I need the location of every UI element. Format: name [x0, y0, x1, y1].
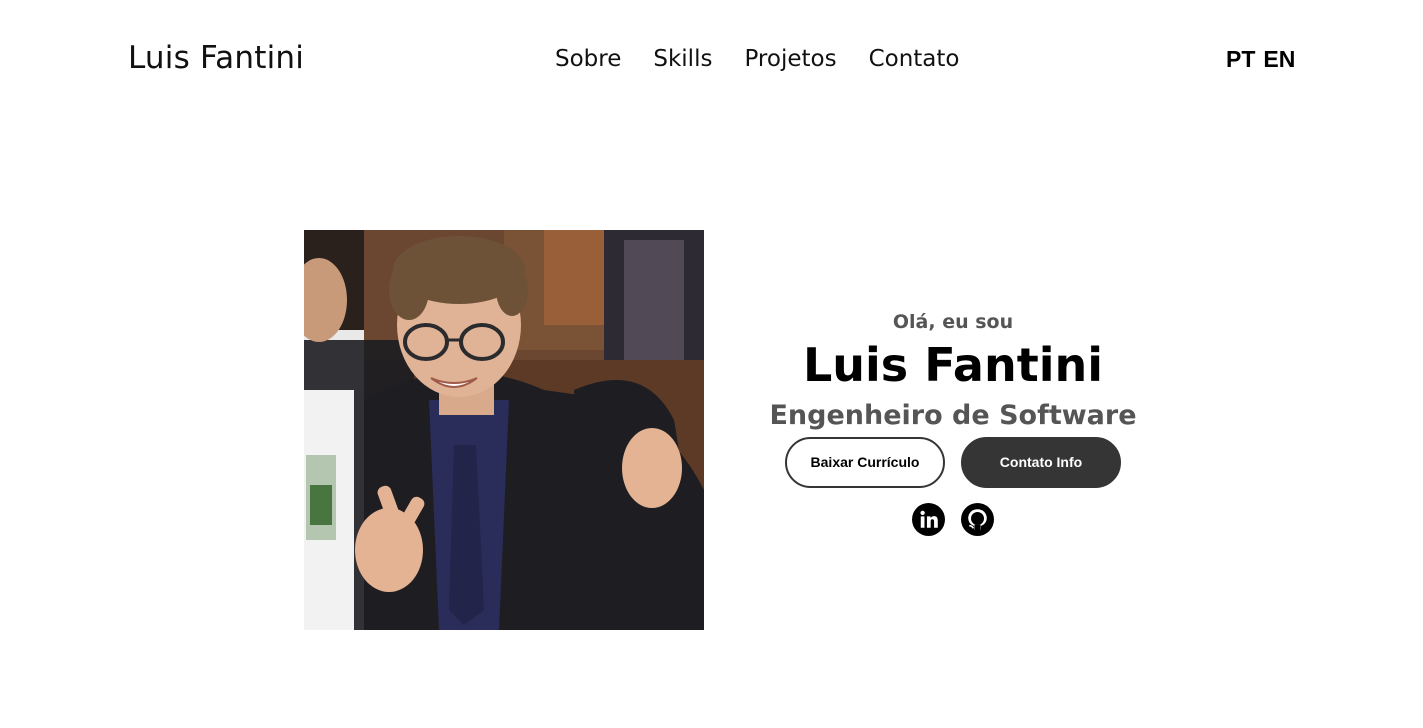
nav-item-projetos: Projetos	[744, 46, 836, 72]
nav-link-sobre[interactable]: Sobre	[555, 46, 621, 72]
social-links	[765, 502, 1141, 536]
nav-link-projetos[interactable]: Projetos	[744, 46, 836, 72]
language-switcher: PT EN	[1226, 46, 1295, 73]
nav-item-sobre: Sobre	[555, 46, 621, 72]
nav-links: Sobre Skills Projetos Contato	[555, 46, 959, 72]
contact-info-button[interactable]: Contato Info	[961, 436, 1121, 488]
hero-name: Luis Fantini	[802, 338, 1103, 392]
site-logo[interactable]: Luis Fantini	[128, 40, 304, 76]
hero-role: Engenheiro de Software	[769, 399, 1137, 431]
linkedin-icon[interactable]	[912, 502, 945, 536]
profile-photo	[304, 230, 704, 630]
github-icon[interactable]	[961, 502, 994, 536]
nav-link-contato[interactable]: Contato	[869, 46, 960, 72]
hero-greeting: Olá, eu sou	[892, 311, 1014, 333]
hero-buttons: Baixar Currículo Contato Info	[765, 436, 1141, 488]
hero-text: Olá, eu sou Luis Fantini Engenheiro de S…	[765, 305, 1141, 536]
navbar: Luis Fantini Sobre Skills Projetos Conta…	[0, 0, 1423, 122]
nav-item-contato: Contato	[869, 46, 960, 72]
download-cv-button[interactable]: Baixar Currículo	[785, 436, 945, 488]
lang-pt-button[interactable]: PT	[1226, 46, 1255, 73]
lang-en-button[interactable]: EN	[1263, 46, 1295, 73]
nav-item-skills: Skills	[653, 46, 712, 72]
nav-link-skills[interactable]: Skills	[653, 46, 712, 72]
